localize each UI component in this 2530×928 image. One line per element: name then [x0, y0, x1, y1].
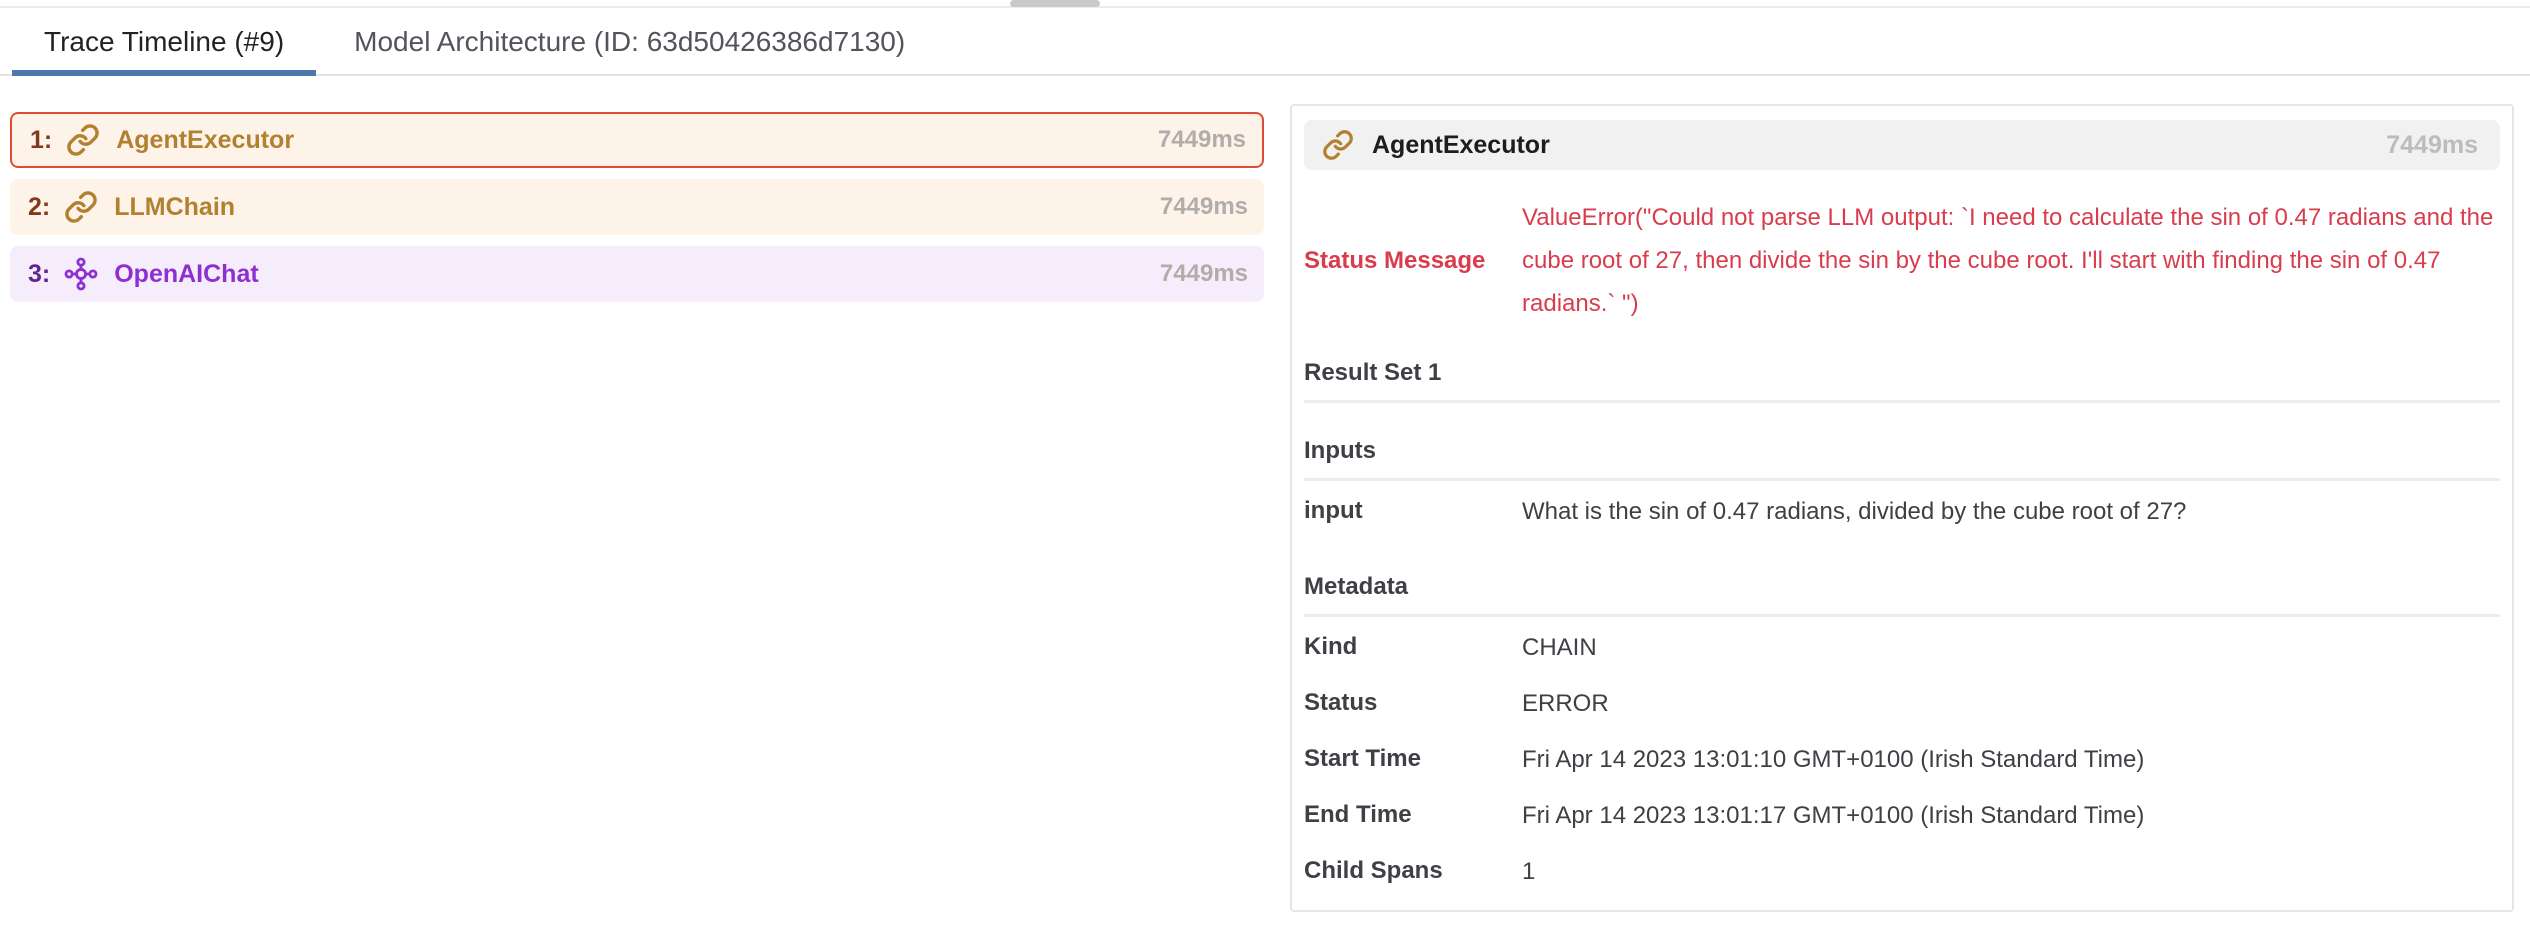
kv-row: Start Time Fri Apr 14 2023 13:01:10 GMT+…: [1304, 731, 2500, 787]
kv-label: input: [1304, 497, 1522, 525]
kv-value: What is the sin of 0.47 radians, divided…: [1522, 490, 2186, 533]
detail-section: Metadata Kind CHAIN Status ERROR Start T…: [1304, 573, 2500, 899]
span-index: 3:: [28, 260, 50, 289]
tab-label: Trace Timeline (#9): [44, 26, 284, 58]
span-name: AgentExecutor: [116, 126, 294, 155]
top-divider: [0, 0, 2530, 8]
detail-span-name: AgentExecutor: [1372, 131, 1550, 160]
kv-label: Start Time: [1304, 745, 1522, 773]
span-duration: 7449ms: [1158, 126, 1246, 154]
section-divider: [1304, 400, 2500, 403]
kv-row: input What is the sin of 0.47 radians, d…: [1304, 483, 2500, 539]
section-heading: Result Set 1: [1304, 359, 2500, 387]
kv-value: Fri Apr 14 2023 13:01:17 GMT+0100 (Irish…: [1522, 794, 2144, 837]
trace-span-row[interactable]: 1: AgentExecutor 7449ms: [10, 112, 1264, 168]
detail-sections: Result Set 1 Inputs input What is the si…: [1304, 359, 2500, 899]
section-rows: Kind CHAIN Status ERROR Start Time Fri A…: [1304, 619, 2500, 899]
tab-trace-timeline[interactable]: Trace Timeline (#9): [12, 10, 316, 74]
kv-row: End Time Fri Apr 14 2023 13:01:17 GMT+01…: [1304, 787, 2500, 843]
kv-row: Kind CHAIN: [1304, 619, 2500, 675]
span-index: 1:: [30, 126, 52, 155]
section-divider: [1304, 478, 2500, 481]
span-name: OpenAIChat: [114, 260, 258, 289]
tab-label: Model Architecture (ID: 63d50426386d7130…: [354, 26, 905, 58]
trace-span-row[interactable]: 3: OpenAIChat 7449ms: [10, 246, 1264, 302]
tab-model-architecture[interactable]: Model Architecture (ID: 63d50426386d7130…: [316, 10, 943, 74]
span-duration: 7449ms: [1160, 193, 1248, 221]
section-heading: Metadata: [1304, 573, 2500, 601]
section-divider: [1304, 614, 2500, 617]
kv-value: 1: [1522, 850, 1535, 893]
span-detail-panel: AgentExecutor 7449ms Status Message Valu…: [1290, 104, 2514, 912]
detail-span-duration: 7449ms: [2386, 131, 2478, 160]
detail-header: AgentExecutor 7449ms: [1304, 120, 2500, 170]
span-name: LLMChain: [114, 193, 235, 222]
status-message-label: Status Message: [1304, 247, 1522, 275]
top-scrollbar-thumb[interactable]: [1010, 0, 1100, 7]
kv-value: Fri Apr 14 2023 13:01:10 GMT+0100 (Irish…: [1522, 738, 2144, 781]
section-rows: input What is the sin of 0.47 radians, d…: [1304, 483, 2500, 539]
kv-value: CHAIN: [1522, 626, 1597, 669]
trace-span-row[interactable]: 2: LLMChain 7449ms: [10, 179, 1264, 235]
kv-label: Kind: [1304, 633, 1522, 661]
molecule-icon: [64, 257, 98, 291]
chain-link-icon: [66, 123, 100, 157]
detail-section: Inputs input What is the sin of 0.47 rad…: [1304, 437, 2500, 539]
tab-bar: Trace Timeline (#9) Model Architecture (…: [0, 10, 2530, 76]
status-message-row: Status Message ValueError("Could not par…: [1304, 196, 2500, 325]
trace-span-list: 1: AgentExecutor 7449ms 2: LLMChain 7449…: [10, 112, 1264, 313]
detail-section: Result Set 1: [1304, 359, 2500, 403]
chain-link-icon: [1322, 129, 1354, 161]
span-index: 2:: [28, 193, 50, 222]
kv-label: Child Spans: [1304, 857, 1522, 885]
kv-row: Status ERROR: [1304, 675, 2500, 731]
span-duration: 7449ms: [1160, 260, 1248, 288]
section-heading: Inputs: [1304, 437, 2500, 465]
kv-label: End Time: [1304, 801, 1522, 829]
kv-value: ERROR: [1522, 682, 1609, 725]
status-message-value: ValueError("Could not parse LLM output: …: [1522, 196, 2500, 325]
kv-row: Child Spans 1: [1304, 843, 2500, 899]
chain-link-icon: [64, 190, 98, 224]
kv-label: Status: [1304, 689, 1522, 717]
